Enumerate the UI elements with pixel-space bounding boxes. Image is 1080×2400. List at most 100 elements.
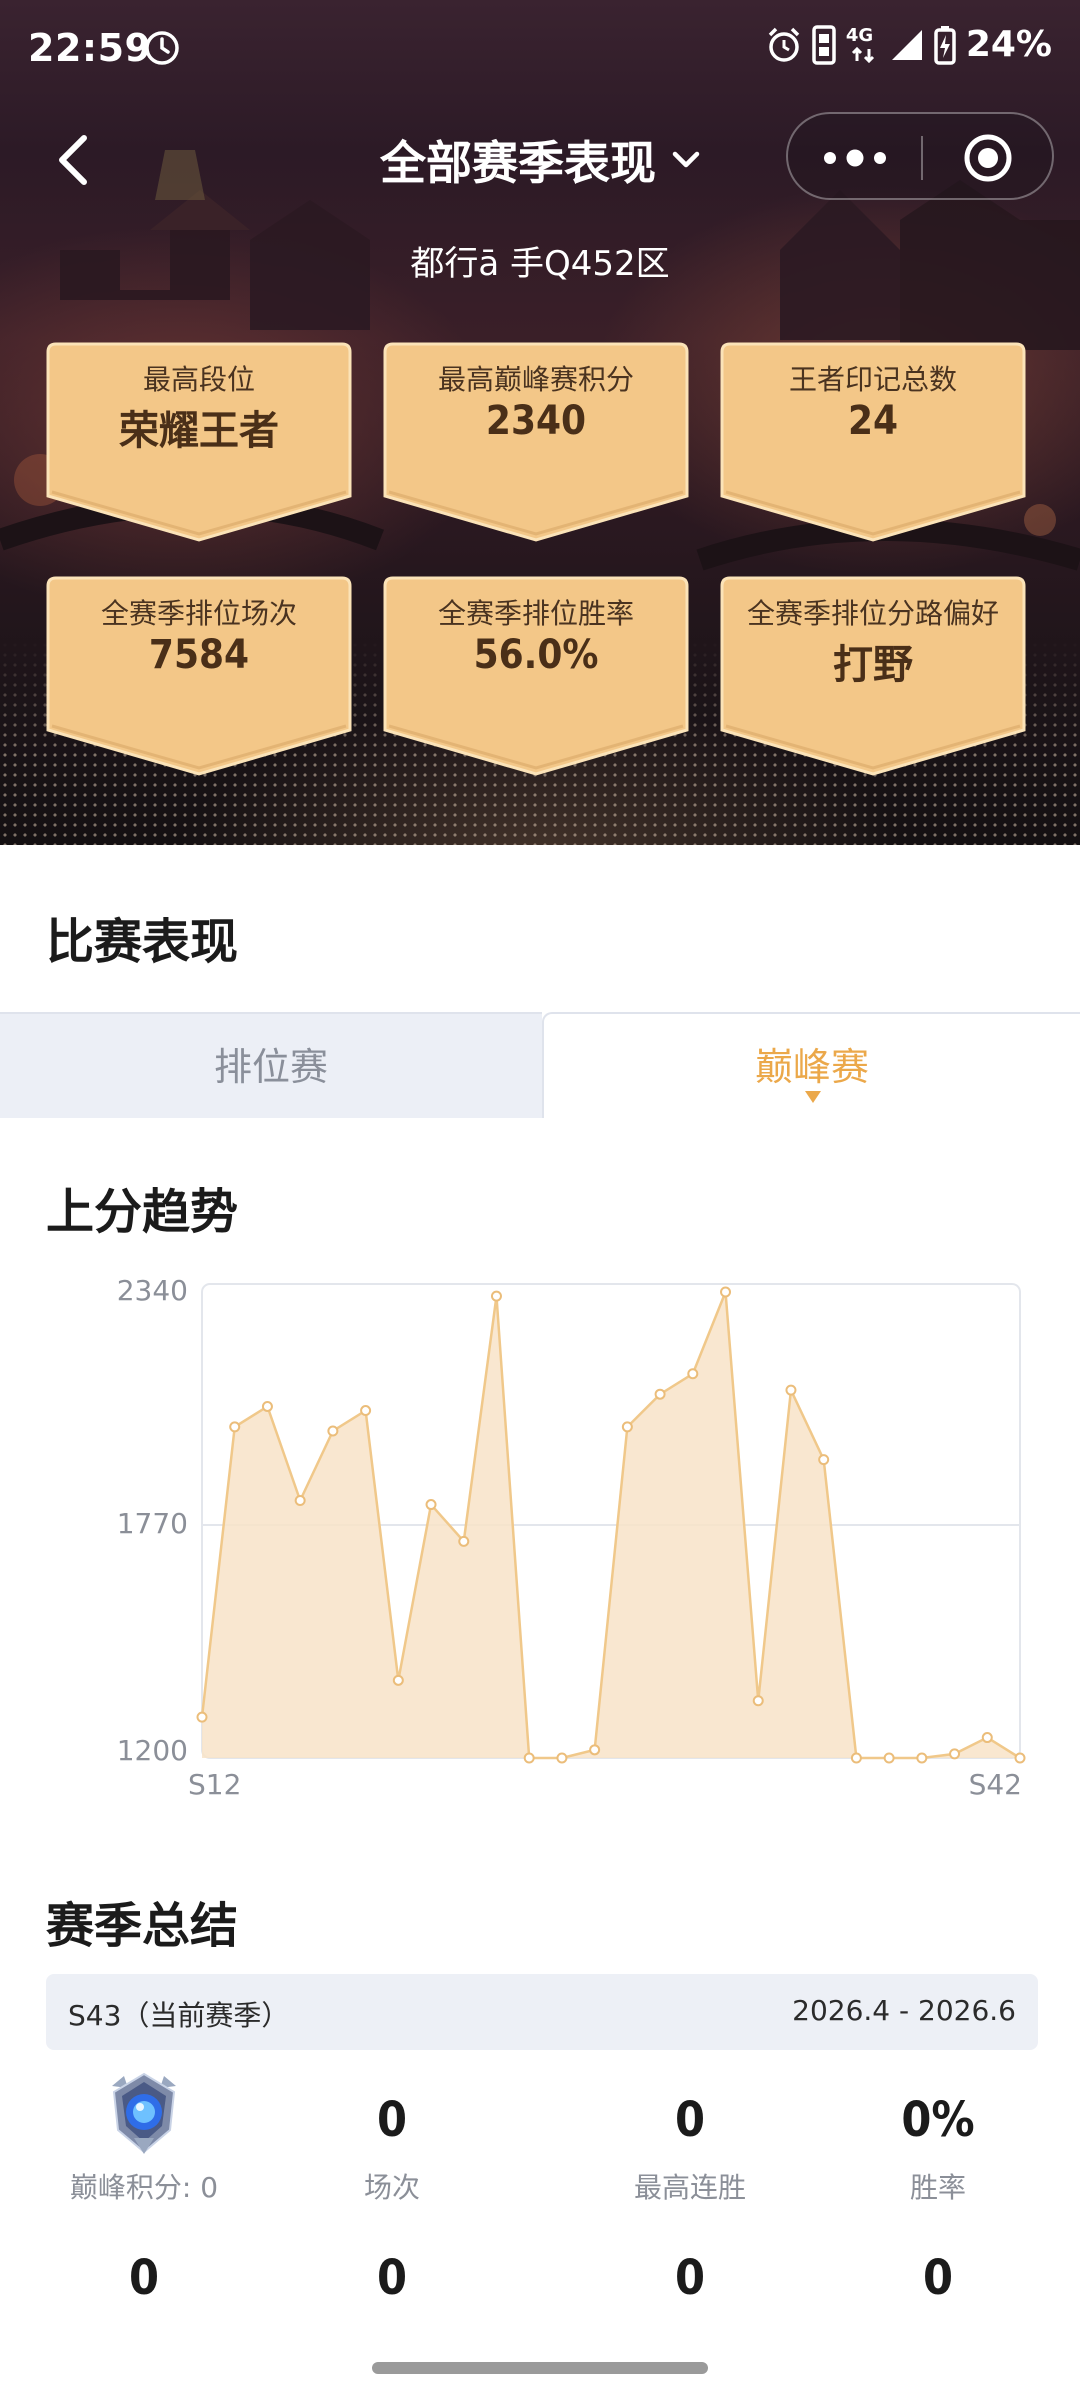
battery-charging-icon <box>934 25 956 65</box>
home-indicator[interactable] <box>372 2362 708 2374</box>
season-header[interactable]: S43（当前赛季） 2026.4 - 2026.6 <box>46 1974 1038 2050</box>
season-name: S43（当前赛季） <box>68 1999 290 2032</box>
data-point <box>850 1752 862 1764</box>
more-dots-icon[interactable] <box>818 140 892 176</box>
stat-peak-score: 巅峰积分: 0 <box>14 2166 274 2206</box>
data-point <box>916 1752 928 1764</box>
data-point <box>294 1494 306 1506</box>
data-point <box>752 1695 764 1707</box>
chevron-down-icon <box>672 151 700 168</box>
peak-emblem-icon <box>112 2072 176 2154</box>
stat-label: 全赛季排位分路偏好 <box>746 597 999 630</box>
tab-ranked[interactable]: 排位赛 <box>0 1012 542 1118</box>
data-point <box>981 1732 993 1744</box>
player-server: 都行ā 手Q452区 <box>410 244 670 284</box>
stat-card-king-marks: 王者印记总数 24 <box>720 342 1026 542</box>
data-point <box>196 1711 208 1723</box>
stat-label: 最高连胜 <box>633 2171 746 2204</box>
tab-label: 巅峰赛 <box>754 1045 869 1089</box>
data-point <box>687 1368 699 1380</box>
mini-program-capsule <box>786 112 1054 200</box>
tab-peak[interactable]: 巅峰赛 <box>542 1012 1080 1118</box>
season-date-range: 2026.4 - 2026.6 <box>792 1994 1016 2027</box>
data-point <box>327 1425 339 1437</box>
section-title-trend: 上分趋势 <box>46 1184 239 1240</box>
stat-label: 全赛季排位场次 <box>100 597 297 630</box>
stat-value: 56.0% <box>473 632 599 678</box>
active-tab-caret-icon <box>805 1091 821 1103</box>
stat-value: 0% <box>901 2092 975 2148</box>
stat-value: 打野 <box>833 642 913 688</box>
stat-value: 0 <box>128 2250 160 2306</box>
stat-value: 7584 <box>148 632 250 678</box>
data-point <box>425 1499 437 1511</box>
y-tick-label: 1770 <box>117 1507 188 1540</box>
data-point <box>1014 1752 1026 1764</box>
tab-label: 排位赛 <box>213 1045 328 1089</box>
page-title: 全部赛季表现 <box>380 136 656 190</box>
data-arrows-icon <box>851 46 874 63</box>
network-type: 4G <box>845 24 874 46</box>
section-title-match: 比赛表现 <box>46 914 239 970</box>
data-point <box>392 1674 404 1686</box>
alarm-icon <box>768 27 800 62</box>
y-tick-label: 2340 <box>117 1274 188 1307</box>
data-point <box>883 1752 895 1764</box>
data-point <box>523 1752 535 1764</box>
data-point <box>949 1748 961 1760</box>
capsule-divider <box>921 136 923 180</box>
data-point <box>654 1388 666 1400</box>
data-point <box>556 1752 568 1764</box>
stat-value: 荣耀王者 <box>119 408 279 454</box>
y-tick-label: 1200 <box>117 1734 188 1767</box>
stat-value: 0 <box>922 2250 954 2306</box>
stat-row2-item: 0 <box>560 2250 820 2306</box>
network-indicator: 4G <box>846 25 880 65</box>
section-title-summary: 赛季总结 <box>46 1898 239 1954</box>
hd-icon <box>812 24 836 65</box>
match-type-tabs: 排位赛 巅峰赛 <box>0 1012 1080 1118</box>
data-point <box>818 1454 830 1466</box>
stat-max-streak: 0 最高连胜 <box>560 2092 820 2206</box>
target-circle-icon[interactable] <box>962 132 1014 184</box>
stat-matches: 0 场次 <box>262 2092 522 2206</box>
clock-icon <box>145 31 179 65</box>
stat-label: 胜率 <box>909 2171 966 2204</box>
data-point <box>621 1421 633 1433</box>
stat-label: 最高段位 <box>142 363 255 396</box>
stat-value: 24 <box>847 398 899 444</box>
stat-card-total-matches: 全赛季排位场次 7584 <box>46 576 352 776</box>
status-time: 22:59 <box>28 26 152 70</box>
stat-card-lane-preference: 全赛季排位分路偏好 打野 <box>720 576 1026 776</box>
status-bar: 22:59 4G 24% <box>0 0 1080 100</box>
stat-value: 0 <box>376 2092 408 2148</box>
data-point <box>261 1400 273 1412</box>
stat-label: 最高巅峰赛积分 <box>437 363 634 396</box>
stat-label: 王者印记总数 <box>788 363 957 396</box>
stat-value: 0 <box>674 2092 706 2148</box>
stat-label: 场次 <box>363 2171 420 2204</box>
stat-row2-item: 0 <box>808 2250 1068 2306</box>
stat-row2-item: 0 <box>14 2250 274 2306</box>
score-trend-chart: 1200 1770 2340 S12 S42 <box>117 1274 1026 1801</box>
stat-label: 巅峰积分: 0 <box>69 2171 219 2204</box>
stat-value: 0 <box>376 2250 408 2306</box>
stat-card-win-rate: 全赛季排位胜率 56.0% <box>383 576 689 776</box>
data-point <box>720 1286 732 1298</box>
stat-card-highest-rank: 最高段位 荣耀王者 <box>46 342 352 542</box>
x-tick-label: S12 <box>188 1768 241 1801</box>
data-point <box>360 1405 372 1417</box>
stat-row2-item: 0 <box>262 2250 522 2306</box>
data-point <box>458 1535 470 1547</box>
stat-value: 0 <box>674 2250 706 2306</box>
data-point <box>490 1290 502 1302</box>
stat-label: 全赛季排位胜率 <box>437 597 634 630</box>
data-point <box>589 1744 601 1756</box>
stat-card-peak-score: 最高巅峰赛积分 2340 <box>383 342 689 542</box>
data-point <box>785 1384 797 1396</box>
stat-value: 2340 <box>485 398 587 444</box>
x-tick-label: S42 <box>969 1768 1022 1801</box>
stat-win-rate: 0% 胜率 <box>808 2092 1068 2206</box>
battery-percent: 24% <box>965 24 1052 65</box>
signal-icon <box>891 29 922 60</box>
